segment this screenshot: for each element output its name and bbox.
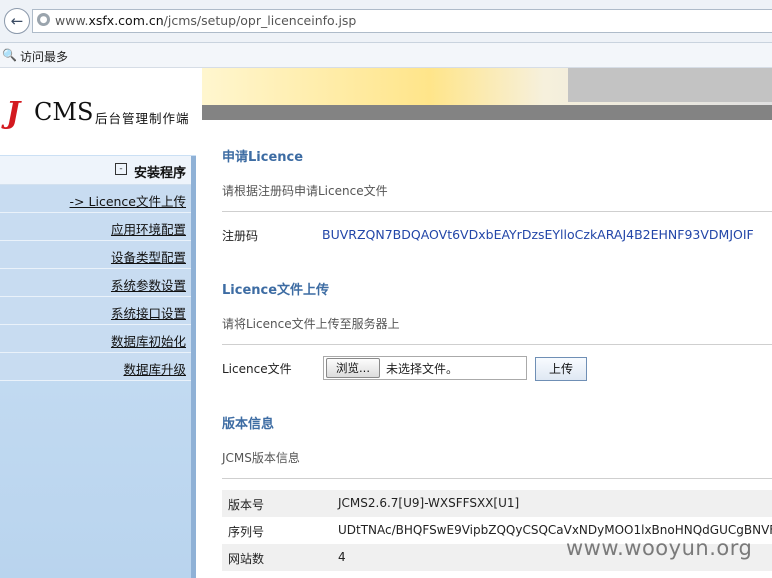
row-key: 序列号 bbox=[228, 525, 265, 539]
search-icon: 🔍 bbox=[2, 48, 17, 62]
url-text: www.xsfx.com.cn/jcms/setup/opr_licencein… bbox=[55, 13, 357, 28]
globe-icon: ● bbox=[37, 13, 50, 26]
sidebar-item-system-interface[interactable]: 系统接口设置 bbox=[0, 297, 191, 325]
jcms-logo: J CMS 后台管理制作端 bbox=[0, 68, 196, 155]
no-file-text: 未选择文件。 bbox=[386, 362, 459, 376]
row-value: UDtTNAc/BHQFSwE9VipbZQQyCSQCaVxNDyMOO1lx… bbox=[338, 523, 772, 537]
reg-code-label: 注册码 bbox=[222, 229, 259, 243]
row-value: 4 bbox=[338, 550, 346, 564]
apply-licence-desc: 请根据注册码申请Licence文件 bbox=[222, 184, 388, 198]
row-key: 网站数 bbox=[228, 552, 265, 566]
collapse-icon[interactable]: - bbox=[115, 163, 127, 175]
banner-gray bbox=[568, 68, 772, 102]
sidebar-item-db-init[interactable]: 数据库初始化 bbox=[0, 325, 191, 353]
version-desc: JCMS版本信息 bbox=[222, 451, 300, 465]
sidebar: J CMS 后台管理制作端 - 安装程序 -> Licence文件上传 应用环境… bbox=[0, 68, 196, 578]
upload-title: Licence文件上传 bbox=[222, 283, 330, 298]
address-bar-area: ← ● www.xsfx.com.cn/jcms/setup/opr_licen… bbox=[0, 0, 772, 43]
table-row: 版本号 JCMS2.6.7[U9]-WXSFFSXX[U1] bbox=[222, 490, 772, 517]
logo-subtitle: 后台管理制作端 bbox=[95, 111, 190, 126]
sidebar-item-device-type[interactable]: 设备类型配置 bbox=[0, 241, 191, 269]
logo-j: J bbox=[6, 96, 21, 131]
back-button[interactable]: ← bbox=[4, 8, 30, 34]
back-arrow-icon: ← bbox=[10, 12, 24, 30]
reg-code-value: BUVRZQN7BDQAOVt6VDxbEAYrDzsEYlloCzkARAJ4… bbox=[322, 227, 754, 242]
divider bbox=[222, 478, 772, 479]
url-input[interactable]: ● www.xsfx.com.cn/jcms/setup/opr_licence… bbox=[32, 9, 772, 33]
upload-desc: 请将Licence文件上传至服务器上 bbox=[222, 317, 400, 331]
sidebar-item-system-params[interactable]: 系统参数设置 bbox=[0, 269, 191, 297]
watermark: www.wooyun.org bbox=[566, 536, 753, 560]
logo-cms: CMS bbox=[34, 98, 94, 126]
section-title-text: 安装程序 bbox=[133, 166, 186, 181]
row-value: JCMS2.6.7[U9]-WXSFFSXX[U1] bbox=[338, 496, 520, 510]
sidebar-item-app-env[interactable]: 应用环境配置 bbox=[0, 213, 191, 241]
apply-licence-title: 申请Licence bbox=[222, 150, 304, 165]
header-banner bbox=[202, 68, 772, 105]
sidebar-divider bbox=[191, 156, 196, 578]
main-content: 申请Licence 请根据注册码申请Licence文件 注册码 BUVRZQN7… bbox=[202, 68, 772, 578]
bookmarks-bar: 🔍 访问最多 bbox=[0, 43, 772, 68]
bookmark-most-visited[interactable]: 访问最多 bbox=[20, 48, 68, 65]
file-label: Licence文件 bbox=[222, 362, 292, 376]
divider bbox=[222, 344, 772, 345]
section-title: - 安装程序 bbox=[0, 156, 191, 185]
header-bar bbox=[202, 105, 772, 120]
upload-button[interactable]: 上传 bbox=[535, 357, 587, 381]
sidebar-item-db-upgrade[interactable]: 数据库升级 bbox=[0, 353, 191, 381]
version-title: 版本信息 bbox=[222, 417, 275, 432]
row-key: 版本号 bbox=[228, 498, 265, 512]
sidebar-item-licence-upload[interactable]: -> Licence文件上传 bbox=[0, 185, 191, 213]
file-input[interactable]: 浏览... 未选择文件。 bbox=[323, 356, 527, 380]
divider bbox=[222, 211, 772, 212]
browse-button[interactable]: 浏览... bbox=[326, 358, 380, 378]
